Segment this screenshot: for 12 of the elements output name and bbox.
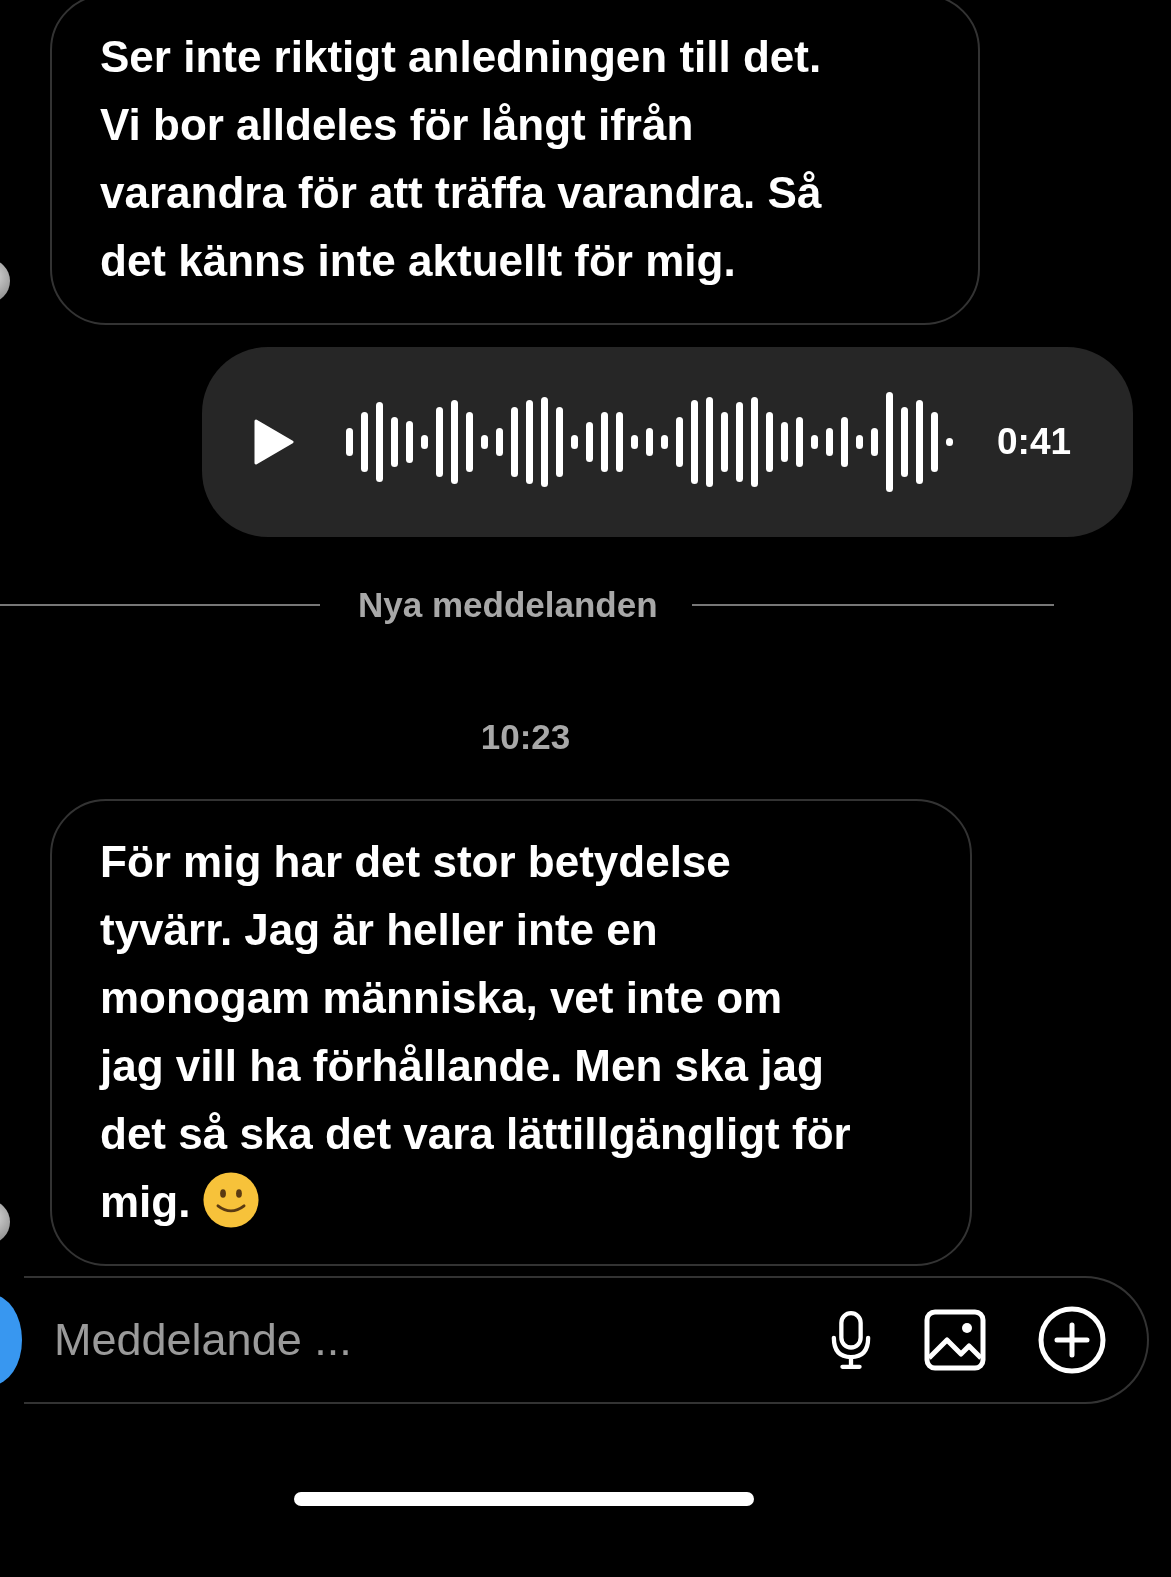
message-bar[interactable]: Meddelande ... [24,1276,1149,1404]
play-icon[interactable] [254,419,294,465]
message-text: För mig har det stor betydelse tyvärr. Jag är heller inte en monogam människa, vet inte om jag vill ha förhållande. Men ska jag det så ska det vara lättillgängligt för mig. [100,837,851,1226]
message-text: Ser inte riktigt anledningen till det. Vi bor alldeles för långt ifrån varandra för att träffa varandra. Så det känns inte aktuellt för mig. [100,32,822,285]
add-icon[interactable] [1037,1305,1107,1375]
message-field[interactable]: Meddelande ... [52,1313,779,1367]
timestamp: 10:23 [480,717,571,757]
voice-duration: 0:41 [997,421,1072,463]
voice-message[interactable]: 0:41 [202,347,1133,537]
new-messages-label: Nya meddelanden [357,585,659,625]
microphone-icon[interactable] [829,1310,873,1370]
image-icon[interactable] [923,1308,987,1372]
